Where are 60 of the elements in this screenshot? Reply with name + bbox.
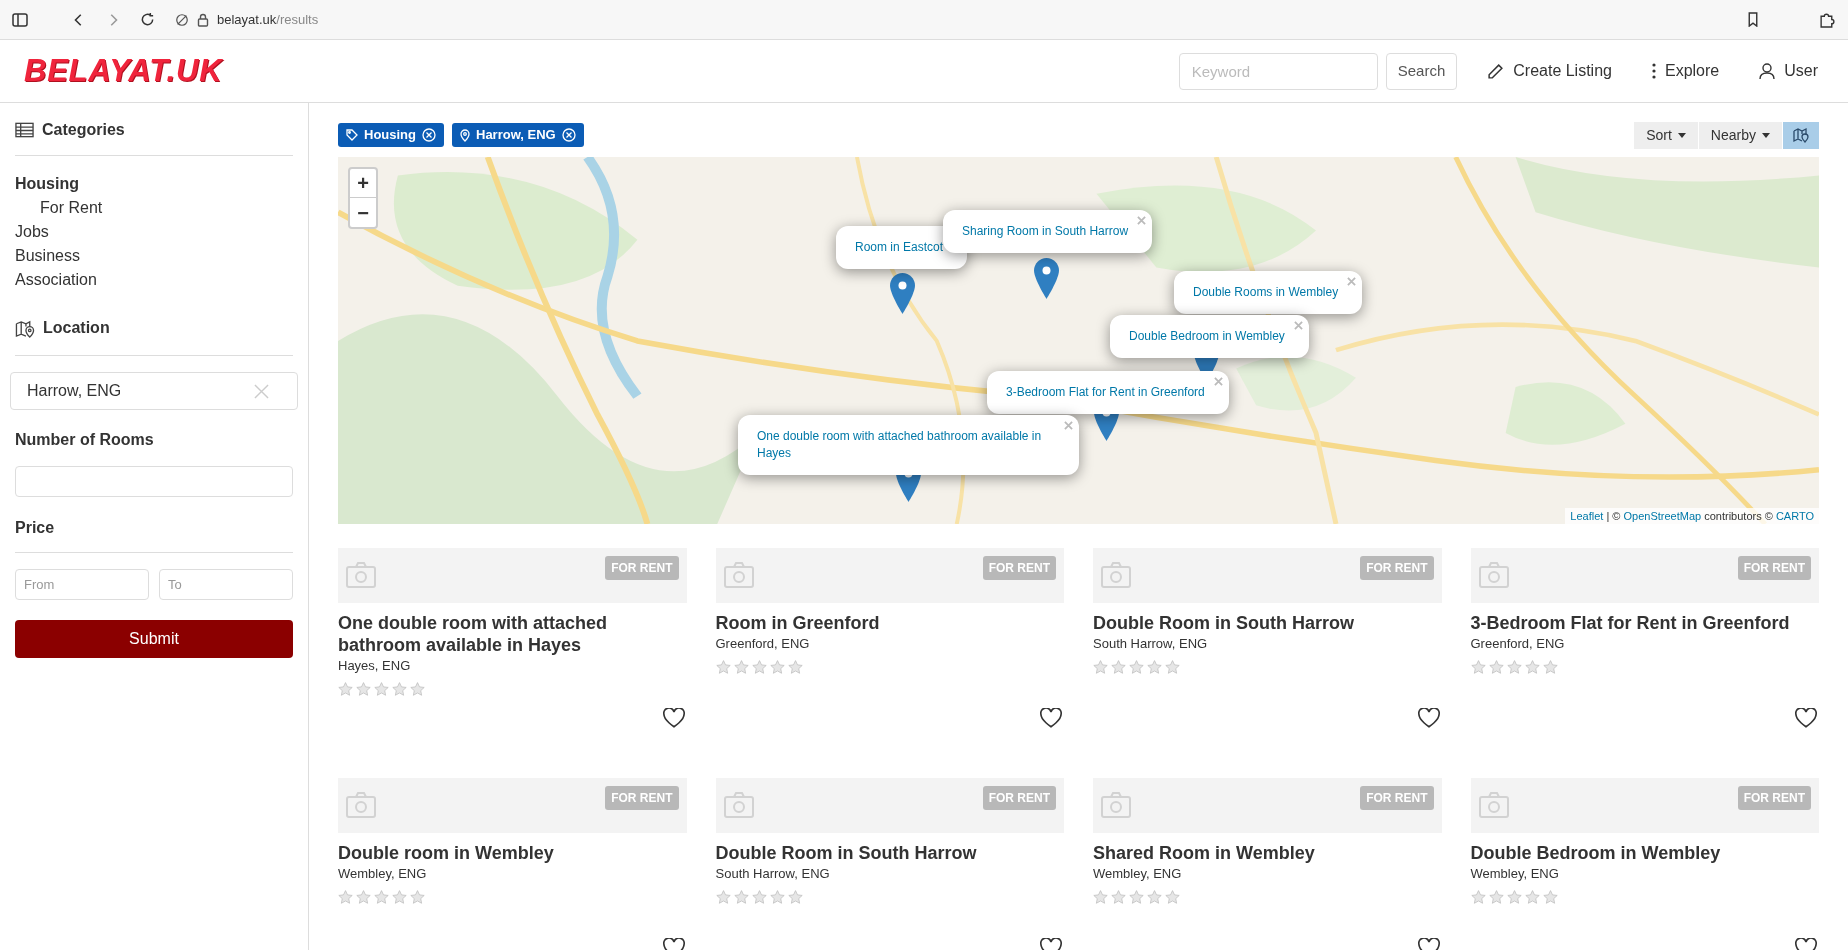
zoom-out-button[interactable]: −: [350, 198, 376, 227]
listing-title[interactable]: Room in Greenford: [715, 612, 1064, 634]
attribution-link[interactable]: CARTO: [1775, 509, 1814, 522]
category-link[interactable]: Association: [15, 268, 293, 292]
location-field[interactable]: Harrow, ENG: [10, 372, 298, 410]
popup-link[interactable]: 3-Bedroom Flat for Rent in Greenford: [1006, 384, 1205, 401]
site-logo[interactable]: BELAYAT.UK: [24, 47, 223, 95]
status-badge: FOR RENT: [1360, 786, 1434, 810]
status-badge: FOR RENT: [1360, 556, 1434, 580]
filter-chip[interactable]: Housing: [338, 123, 444, 147]
status-badge: FOR RENT: [605, 556, 679, 580]
popup-link[interactable]: Room in Eastcot: [855, 239, 944, 256]
status-badge: FOR RENT: [1737, 786, 1811, 810]
status-badge: FOR RENT: [982, 556, 1056, 580]
sort-dropdown[interactable]: Sort: [1634, 121, 1698, 149]
search-button[interactable]: Search: [1385, 52, 1458, 90]
listing-location: South Harrow, ENG: [1093, 635, 1209, 653]
listing-location: South Harrow, ENG: [715, 865, 831, 883]
status-badge: FOR RENT: [1737, 556, 1811, 580]
listing-title[interactable]: Shared Room in Wembley: [1093, 842, 1442, 864]
nearby-dropdown[interactable]: Nearby: [1698, 121, 1782, 149]
status-badge: FOR RENT: [982, 786, 1056, 810]
nav-link[interactable]: Explore: [1651, 59, 1720, 83]
attribution-link[interactable]: OpenStreetMap: [1623, 509, 1702, 522]
listing-title[interactable]: Double Bedroom in Wembley: [1470, 842, 1819, 864]
attribution-link[interactable]: Leaflet: [1570, 509, 1604, 522]
price-to-field[interactable]: To: [159, 569, 293, 600]
listing-location: Wembley, ENG: [1093, 865, 1183, 883]
price-from-field[interactable]: From: [15, 569, 149, 600]
category-link[interactable]: Business: [15, 244, 293, 268]
listing-title[interactable]: One double room with attached bathroom available in Hayes: [338, 612, 687, 656]
submit-button[interactable]: Submit: [15, 620, 293, 658]
listing-title[interactable]: Double Room in South Harrow: [1093, 612, 1442, 634]
popup-link[interactable]: Double Rooms in Wembley: [1193, 284, 1339, 301]
listing-location: Greenford, ENG: [715, 635, 811, 653]
section-heading: Price: [15, 516, 293, 553]
listing-title[interactable]: Double Room in South Harrow: [715, 842, 1064, 864]
listing-title[interactable]: Double room in Wembley: [338, 842, 687, 864]
keyword-field[interactable]: Keyword: [1178, 52, 1378, 90]
listing-location: Greenford, ENG: [1470, 635, 1566, 653]
zoom-in-button[interactable]: +: [350, 169, 376, 198]
nav-link[interactable]: Create Listing: [1487, 59, 1612, 83]
category-link[interactable]: For Rent: [15, 196, 293, 220]
category-link[interactable]: Jobs: [15, 220, 293, 244]
field-label: Number of Rooms: [15, 430, 155, 450]
status-badge: FOR RENT: [605, 786, 679, 810]
location-value: Harrow, ENG: [27, 381, 123, 401]
popup-link[interactable]: Double Bedroom in Wembley: [1129, 328, 1285, 345]
address-bar[interactable]: belayat.uk/results: [217, 9, 319, 30]
listing-location: Wembley, ENG: [1470, 865, 1560, 883]
listing-location: Wembley, ENG: [338, 865, 428, 883]
listing-location: Hayes, ENG: [338, 657, 412, 675]
filter-chip[interactable]: Harrow, ENG: [452, 123, 584, 147]
section-heading: Location: [43, 318, 110, 338]
popup-link[interactable]: Sharing Room in South Harrow: [962, 223, 1129, 240]
listing-title[interactable]: 3-Bedroom Flat for Rent in Greenford: [1470, 612, 1819, 634]
nav-link[interactable]: User: [1759, 59, 1818, 83]
category-link[interactable]: Housing: [15, 172, 293, 196]
popup-link[interactable]: One double room with attached bathroom available in Hayes: [757, 428, 1055, 462]
section-heading: Categories: [42, 120, 125, 140]
